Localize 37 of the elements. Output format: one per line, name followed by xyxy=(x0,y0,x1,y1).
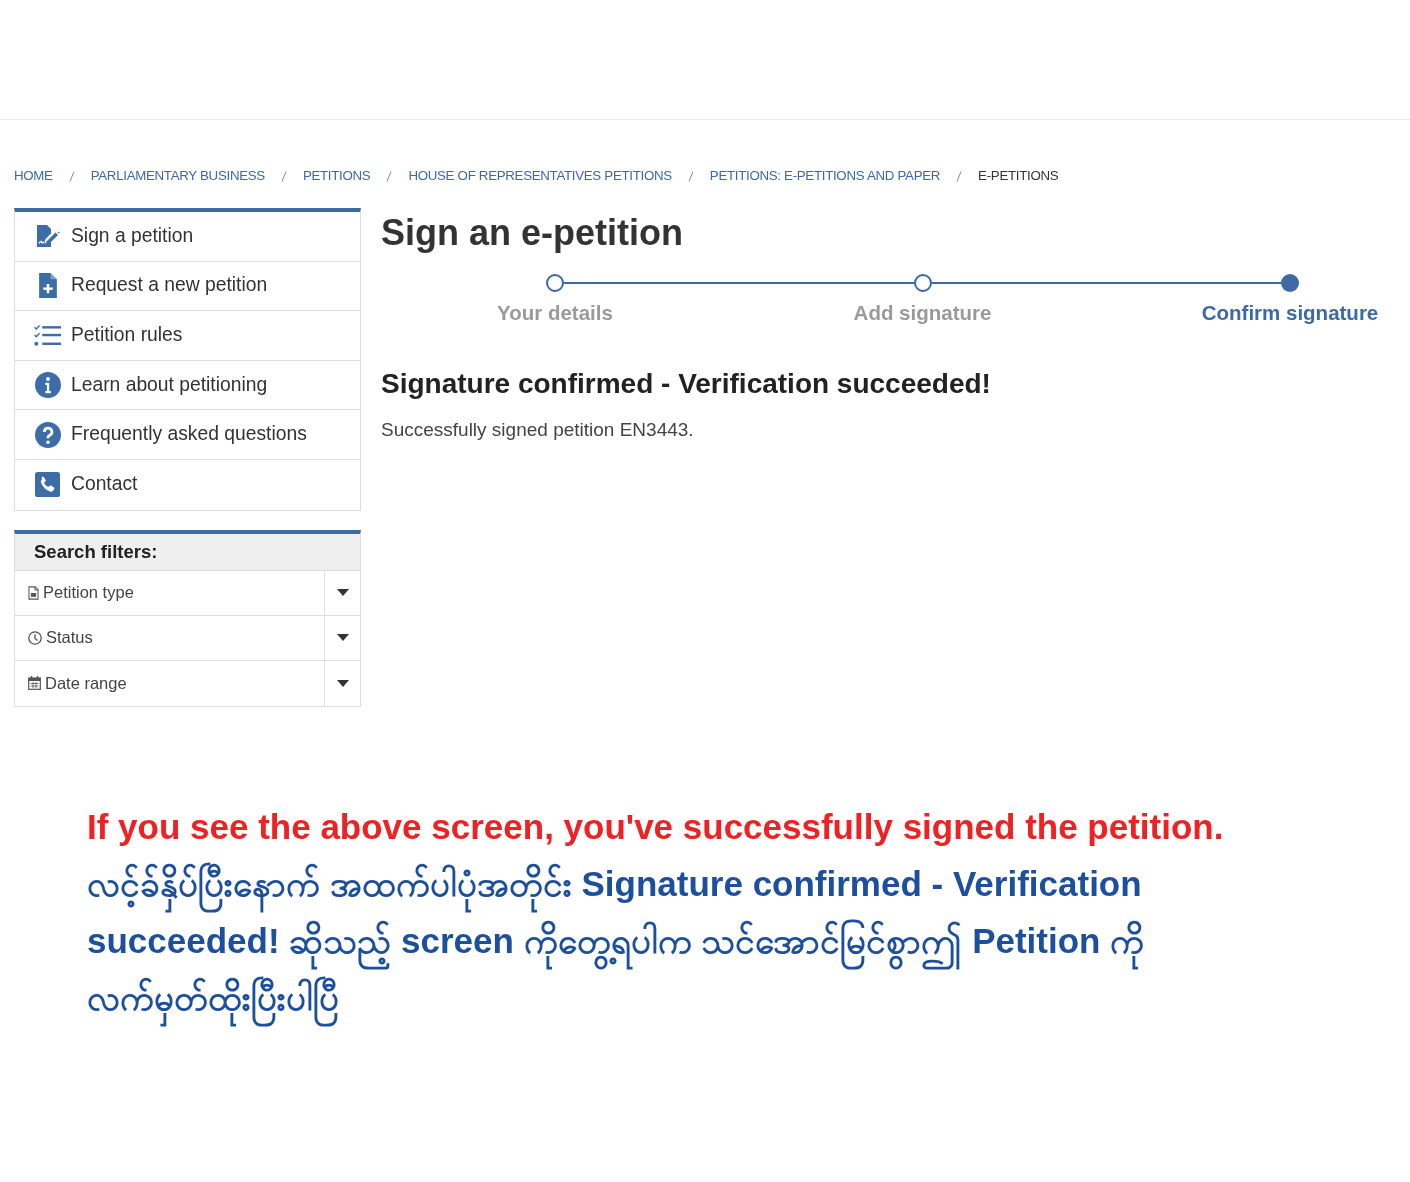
document-icon xyxy=(28,585,39,600)
page-title: Sign an e-petition xyxy=(381,214,684,252)
notice-text: လင့်ခ်နှိပ်ပြီးနောက် အထက်ပါပုံအတိုင်း Signature confirmed - Verification succeeded! ဆိုသည့် screen ကိုတွေ့ရပါက သင်အောင်မြင်စွာဤ Petition ကို လက်မှတ်ထိုးပြီးပါပြီ xyxy=(87,854,1257,1026)
step-label: Add signature xyxy=(853,301,992,325)
slash-separator-icon xyxy=(956,170,963,182)
slash-separator-icon xyxy=(68,170,75,182)
filter-panel-header: Search filters: xyxy=(15,533,360,571)
breadcrumb-link[interactable]: PETITIONS xyxy=(302,166,371,186)
sidebar-menu-link[interactable]: Request a new petition xyxy=(15,261,360,312)
step-label: Confirm signature xyxy=(1201,301,1379,325)
sidebar-menu-link[interactable]: Sign a petition xyxy=(15,212,360,262)
calendar-icon xyxy=(28,676,41,691)
step-label: Your details xyxy=(497,301,613,325)
filter-dropdown[interactable]: Status xyxy=(15,615,360,661)
slash-separator-icon xyxy=(687,170,694,182)
breadcrumb-link[interactable]: PARLIAMENTARY BUSINESS xyxy=(90,166,265,186)
checklist-icon xyxy=(34,325,61,346)
sidebar-menu-link[interactable]: Contact xyxy=(15,459,360,510)
info-icon xyxy=(34,372,61,399)
sidebar-menu-link[interactable]: Learn about petitioning xyxy=(15,360,360,411)
sidebar-menu-link[interactable]: Petition rules xyxy=(15,311,360,361)
slash-separator-icon xyxy=(386,170,393,182)
document-plus-icon xyxy=(37,273,58,299)
breadcrumb-link[interactable]: HOME xyxy=(14,166,53,186)
breadcrumb-link[interactable]: HOUSE OF REPRESENTATIVES PETITIONS xyxy=(408,166,672,186)
filter-dropdown[interactable]: Petition type xyxy=(15,570,360,616)
notice-text: If you see the above screen, you've successfully signed the petition. xyxy=(87,805,1225,848)
result-heading: Signature confirmed - Verification succeeded! xyxy=(381,369,992,399)
slash-separator-icon xyxy=(280,170,287,182)
question-icon xyxy=(34,421,61,448)
clock-icon xyxy=(28,630,42,645)
breadcrumb-link[interactable]: PETITIONS: E-PETITIONS AND PAPER xyxy=(709,166,941,186)
result-message: Successfully signed petition EN3443. xyxy=(381,418,695,442)
phone-icon xyxy=(35,472,60,498)
sidebar-menu-link[interactable]: Frequently asked questions xyxy=(15,410,360,460)
document-pen-icon xyxy=(34,224,61,249)
breadcrumb-current: E-PETITIONS xyxy=(978,167,1059,186)
